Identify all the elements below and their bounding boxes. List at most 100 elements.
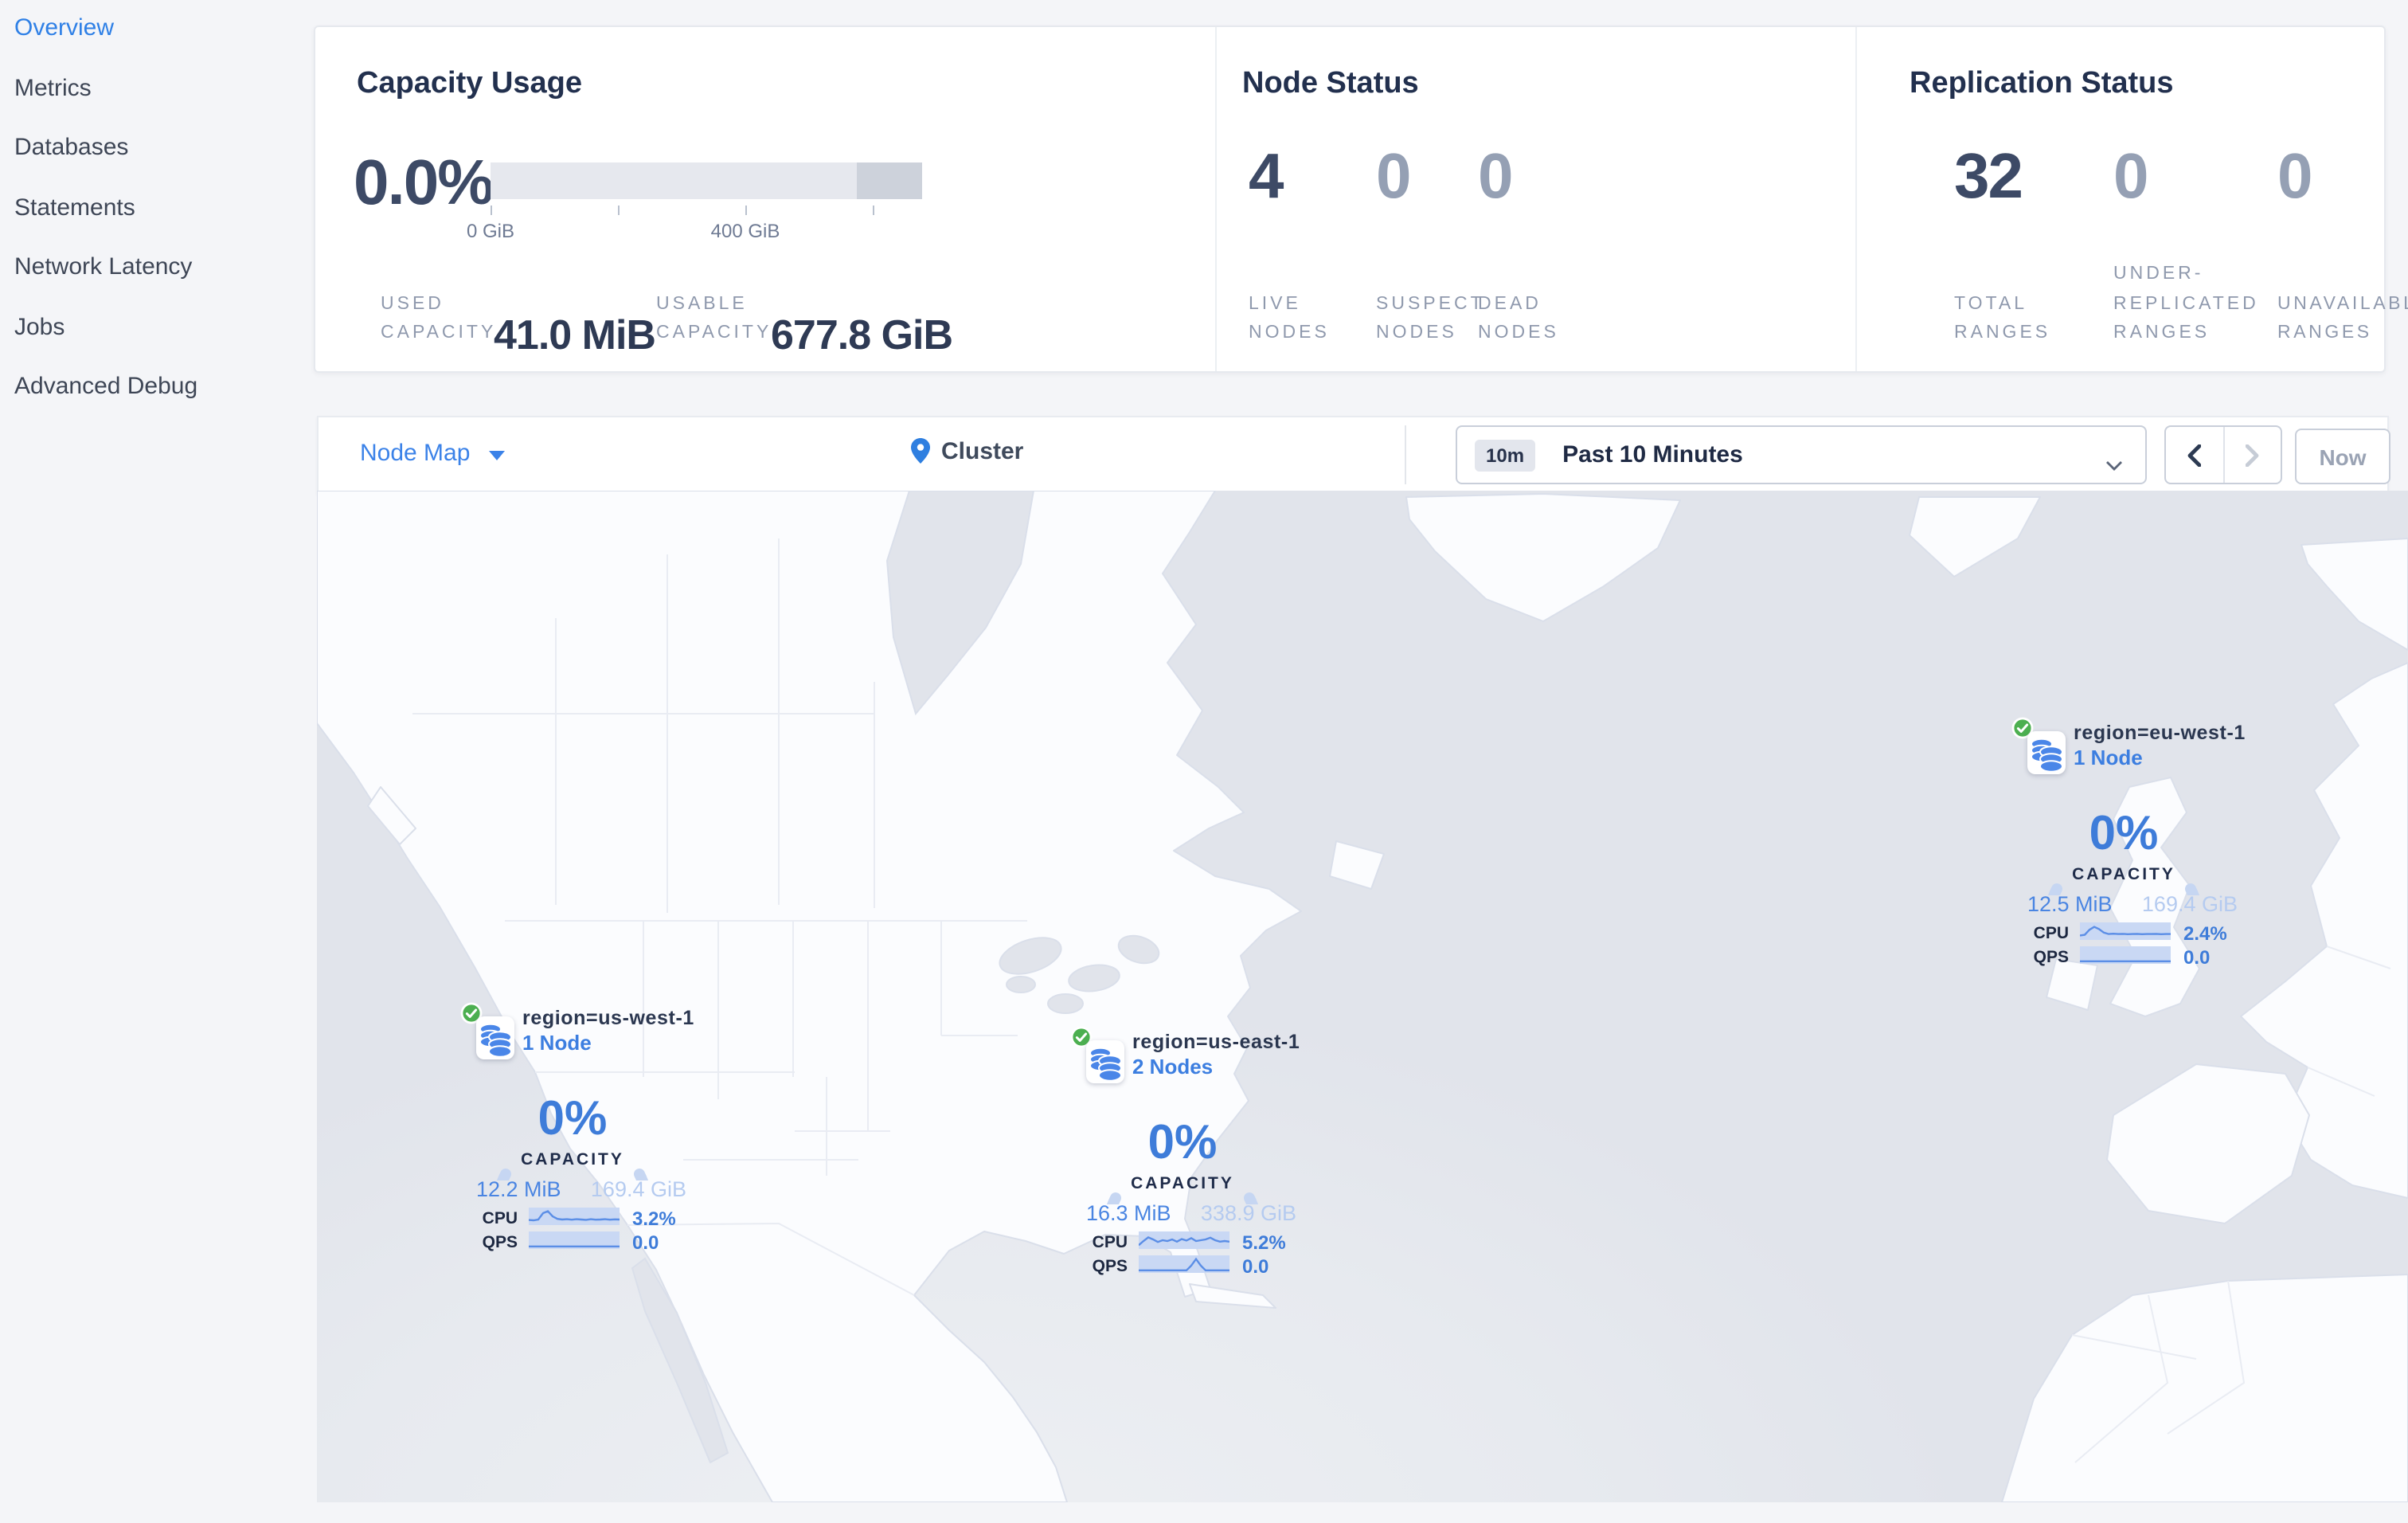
breadcrumb[interactable]: Cluster [911, 438, 1023, 470]
capacity-used: 12.2 MiB [476, 1177, 561, 1201]
capacity-other-segment [857, 162, 922, 199]
live-nodes-count: 4 [1249, 142, 1284, 212]
axis-tick [491, 206, 492, 215]
usable-capacity-value: 677.8 GiB [771, 311, 953, 358]
total-ranges-count: 32 [1954, 142, 2023, 212]
qps-label: QPS [1092, 1257, 1128, 1276]
region-nodes-link[interactable]: 2 Nodes [1132, 1055, 1213, 1079]
capacity-used: 16.3 MiB [1086, 1201, 1171, 1225]
node-status-title: Node Status [1242, 67, 1419, 100]
time-range-label: Past 10 Minutes [1562, 441, 1743, 468]
live-nodes-label: LIVE NODES [1249, 294, 1330, 343]
region-marker-us-east-1[interactable]: region=us-east-1 2 Nodes 0% CAPACITY 16.… [1070, 1026, 1309, 1284]
axis-tick [618, 206, 620, 215]
cpu-sparkline [2080, 922, 2171, 940]
region-label: region=eu-west-1 [2074, 722, 2246, 744]
cpu-sparkline [1139, 1231, 1229, 1249]
capacity-usage-bar [491, 162, 922, 199]
axis-tick [873, 206, 874, 215]
under-replicated-count: 0 [2113, 142, 2149, 212]
axis-tick-label: 400 GiB [710, 220, 780, 242]
step-forward-button[interactable] [2224, 427, 2281, 483]
breadcrumb-label: Cluster [941, 438, 1024, 465]
step-back-button[interactable] [2166, 427, 2224, 483]
sidebar-item-jobs[interactable]: Jobs [14, 308, 314, 368]
capacity-range: 12.2 MiB 169.4 GiB [476, 1177, 686, 1201]
sidebar-item-advanced-debug[interactable]: Advanced Debug [14, 368, 314, 428]
cpu-row: CPU 3.2% [460, 1208, 699, 1230]
db-console-overview-page: Overview Metrics Databases Statements Ne… [0, 0, 2408, 1523]
qps-label: QPS [482, 1233, 518, 1252]
axis-tick [745, 206, 747, 215]
capacity-label: CAPACITY [2072, 865, 2175, 884]
used-capacity-label: USED CAPACITY [381, 294, 497, 343]
qps-sparkline [529, 1231, 620, 1249]
cpu-row: CPU 5.2% [1070, 1231, 1309, 1254]
qps-value: 0.0 [2183, 946, 2211, 969]
region-marker-eu-west-1[interactable]: region=eu-west-1 1 Node 0% CAPACITY 12.5… [2011, 717, 2250, 975]
usable-capacity-label: USABLE CAPACITY [656, 294, 772, 343]
dead-nodes-count: 0 [1478, 142, 1514, 212]
qps-row: QPS 0.0 [460, 1231, 699, 1254]
cpu-value: 2.4% [2183, 922, 2227, 945]
capacity-label: CAPACITY [521, 1150, 624, 1169]
axis-tick-label: 0 GiB [466, 220, 514, 242]
sidebar-item-databases[interactable]: Databases [14, 129, 314, 189]
now-button[interactable]: Now [2295, 429, 2390, 484]
view-selector-dropdown[interactable]: Node Map [360, 440, 506, 467]
cpu-label: CPU [482, 1209, 518, 1228]
capacity-total: 169.4 GiB [590, 1177, 686, 1201]
time-range-badge: 10m [1475, 439, 1536, 471]
region-marker-us-west-1[interactable]: region=us-west-1 1 Node 0% CAPACITY 12.2… [460, 1002, 699, 1260]
unavailable-count: 0 [2277, 142, 2313, 212]
qps-row: QPS 0.0 [1070, 1255, 1309, 1278]
qps-sparkline [1139, 1255, 1229, 1273]
dead-nodes-label: DEAD NODES [1478, 294, 1559, 343]
time-step-buttons [2164, 425, 2282, 484]
qps-row: QPS 0.0 [2011, 946, 2250, 969]
cpu-value: 5.2% [1242, 1231, 1286, 1254]
cpu-label: CPU [1092, 1233, 1128, 1252]
section-divider [1215, 27, 1217, 371]
node-map: region=us-west-1 1 Node 0% CAPACITY 12.2… [317, 491, 2408, 1502]
qps-label: QPS [2033, 948, 2069, 967]
capacity-percent: 0% [2089, 808, 2159, 860]
chevron-down-icon [2105, 451, 2123, 480]
unavailable-ranges-label: UNAVAILABLE RANGES [2277, 294, 2408, 343]
section-divider [1855, 27, 1857, 371]
capacity-usage-percent: 0.0% [354, 148, 494, 218]
capacity-usage-title: Capacity Usage [357, 67, 583, 100]
sidebar-item-statements[interactable]: Statements [14, 189, 314, 249]
capacity-percent: 0% [538, 1093, 608, 1145]
capacity-total: 338.9 GiB [1200, 1201, 1296, 1225]
capacity-total: 169.4 GiB [2141, 892, 2238, 916]
sidebar-item-network-latency[interactable]: Network Latency [14, 249, 314, 308]
qps-value: 0.0 [1242, 1255, 1269, 1278]
cpu-sparkline [529, 1208, 620, 1225]
chevron-down-icon [489, 451, 506, 460]
under-replicated-label: UNDER-REPLICATED RANGES [2113, 264, 2259, 343]
suspect-nodes-count: 0 [1376, 142, 1412, 212]
sidebar-item-metrics[interactable]: Metrics [14, 69, 314, 129]
map-toolbar: Node Map Cluster 10m Past 10 Minutes Now [317, 416, 2390, 494]
region-label: region=us-east-1 [1132, 1031, 1300, 1053]
capacity-range: 16.3 MiB 338.9 GiB [1086, 1201, 1296, 1225]
capacity-range: 12.5 MiB 169.4 GiB [2027, 892, 2238, 916]
qps-sparkline [2080, 946, 2171, 964]
cpu-row: CPU 2.4% [2011, 922, 2250, 945]
time-range-select[interactable]: 10m Past 10 Minutes [1456, 425, 2147, 484]
capacity-used: 12.5 MiB [2027, 892, 2113, 916]
total-ranges-label: TOTAL RANGES [1954, 294, 2051, 343]
used-capacity-value: 41.0 MiB [494, 311, 656, 358]
cpu-label: CPU [2033, 924, 2069, 943]
toolbar-divider [1405, 425, 1406, 484]
region-nodes-link[interactable]: 1 Node [522, 1031, 592, 1055]
location-pin-icon [911, 438, 930, 470]
cpu-value: 3.2% [632, 1208, 676, 1230]
sidebar: Overview Metrics Databases Statements Ne… [0, 0, 314, 1523]
sidebar-item-overview[interactable]: Overview [14, 10, 314, 69]
view-selector-label: Node Map [360, 440, 471, 467]
region-nodes-link[interactable]: 1 Node [2074, 746, 2143, 769]
qps-value: 0.0 [632, 1231, 659, 1254]
region-label: region=us-west-1 [522, 1007, 694, 1029]
